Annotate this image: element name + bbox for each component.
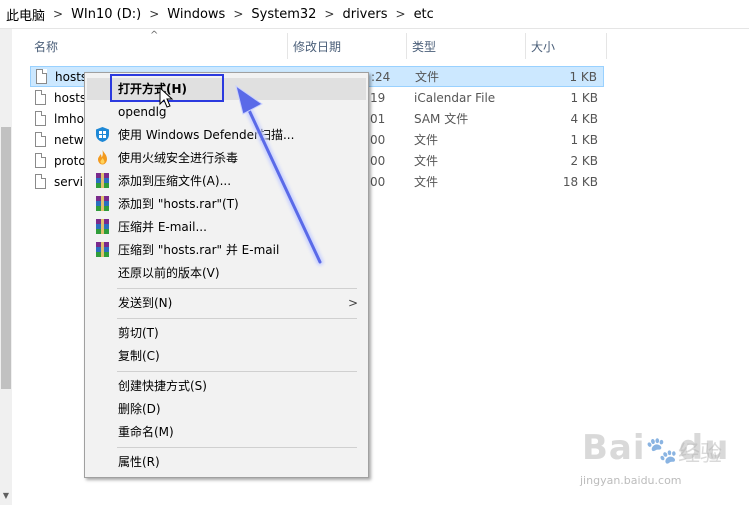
file-size: 1 KB <box>570 91 598 105</box>
context-menu: 打开方式(H) opendlg 使用 Windows Defender扫描...… <box>84 72 369 478</box>
column-header-type[interactable]: 类型 <box>408 33 526 59</box>
file-type: 文件 <box>415 70 440 84</box>
file-name: proto <box>54 154 86 168</box>
calendar-file-icon <box>35 90 46 105</box>
file-type: 文件 <box>414 133 439 147</box>
breadcrumb-drivers[interactable]: drivers <box>342 7 387 22</box>
menu-divider <box>117 288 357 289</box>
chevron-right-icon[interactable]: > <box>45 7 71 21</box>
file-date: 00 <box>370 175 386 189</box>
watermark-cn: 经验 <box>678 442 723 467</box>
file-icon <box>36 69 47 84</box>
chevron-right-icon[interactable]: > <box>225 7 251 21</box>
file-type: 文件 <box>414 175 439 189</box>
column-header-size[interactable]: 大小 <box>527 33 607 59</box>
file-name: lmho <box>54 112 84 126</box>
file-date: 00 <box>370 133 386 147</box>
chevron-right-icon[interactable]: > <box>316 7 342 21</box>
menu-item-cut[interactable]: 剪切(T) <box>87 322 366 344</box>
file-date: :24 <box>371 70 391 84</box>
flame-icon <box>98 150 107 165</box>
address-breadcrumb: 此电脑 > WIn10 (D:) > Windows > System32 > … <box>0 0 749 29</box>
menu-item-delete[interactable]: 删除(D) <box>87 398 366 420</box>
file-type: SAM 文件 <box>414 112 469 126</box>
file-type: iCalendar File <box>414 91 496 105</box>
menu-divider <box>117 371 357 372</box>
file-icon <box>35 132 46 147</box>
baidu-jingyan-watermark: Bai🐾du 经验 jingyan.baidu.com <box>576 420 746 500</box>
file-size: 1 KB <box>570 133 598 147</box>
breadcrumb-system32[interactable]: System32 <box>251 7 316 22</box>
file-size: 2 KB <box>570 154 598 168</box>
file-icon <box>35 174 46 189</box>
file-name: hosts <box>54 91 87 105</box>
file-name: hosts <box>55 70 88 84</box>
scroll-down-icon[interactable]: ▼ <box>1 491 11 501</box>
menu-item-add-to-archive[interactable]: 添加到压缩文件(A)... <box>87 170 366 192</box>
menu-item-properties[interactable]: 属性(R) <box>87 451 366 473</box>
file-icon <box>35 153 46 168</box>
breadcrumb-windows[interactable]: Windows <box>167 7 225 22</box>
column-header-name[interactable]: 名称 <box>30 33 288 59</box>
chevron-right-icon: > <box>347 296 358 310</box>
menu-item-add-to-rar[interactable]: 添加到 "hosts.rar"(T) <box>87 193 366 215</box>
breadcrumb-etc[interactable]: etc <box>414 7 434 22</box>
file-icon <box>35 111 46 126</box>
file-date: 01 <box>370 112 386 126</box>
winrar-archive-icon <box>96 196 109 211</box>
scrollbar-thumb[interactable] <box>1 127 11 389</box>
winrar-archive-icon <box>96 219 109 234</box>
menu-divider <box>117 447 357 448</box>
menu-item-create-shortcut[interactable]: 创建快捷方式(S) <box>87 375 366 397</box>
file-size: 18 KB <box>562 175 598 189</box>
menu-divider <box>117 318 357 319</box>
menu-item-rename[interactable]: 重命名(M) <box>87 421 366 443</box>
windows-defender-shield-icon <box>96 127 109 142</box>
menu-item-huorong-scan[interactable]: 使用火绒安全进行杀毒 <box>87 147 366 169</box>
file-name: netw <box>54 133 84 147</box>
menu-item-opendlg[interactable]: opendlg <box>87 101 366 123</box>
chevron-right-icon[interactable]: > <box>141 7 167 21</box>
menu-item-compress-email[interactable]: 压缩并 E-mail... <box>87 216 366 238</box>
file-type: 文件 <box>414 154 439 168</box>
file-name: servi <box>54 175 84 189</box>
winrar-archive-icon <box>96 242 109 257</box>
nav-pane-scrollbar[interactable]: ▼ <box>0 29 12 505</box>
watermark-url: jingyan.baidu.com <box>580 474 682 487</box>
file-size: 1 KB <box>569 70 597 84</box>
menu-item-restore-versions[interactable]: 还原以前的版本(V) <box>87 262 366 284</box>
file-size: 4 KB <box>570 112 598 126</box>
menu-item-defender-scan[interactable]: 使用 Windows Defender扫描... <box>87 124 366 146</box>
menu-item-send-to[interactable]: 发送到(N) > <box>87 292 366 314</box>
menu-item-copy[interactable]: 复制(C) <box>87 345 366 367</box>
breadcrumb-drive[interactable]: WIn10 (D:) <box>71 7 141 22</box>
breadcrumb-this-pc[interactable]: 此电脑 <box>0 5 45 24</box>
file-date: 00 <box>370 154 386 168</box>
menu-item-compress-rar-email[interactable]: 压缩到 "hosts.rar" 并 E-mail <box>87 239 366 261</box>
winrar-archive-icon <box>96 173 109 188</box>
file-date: 19 <box>370 91 386 105</box>
annotation-highlight-box <box>110 74 224 102</box>
chevron-right-icon[interactable]: > <box>388 7 414 21</box>
column-header-date[interactable]: 修改日期 <box>289 33 407 59</box>
